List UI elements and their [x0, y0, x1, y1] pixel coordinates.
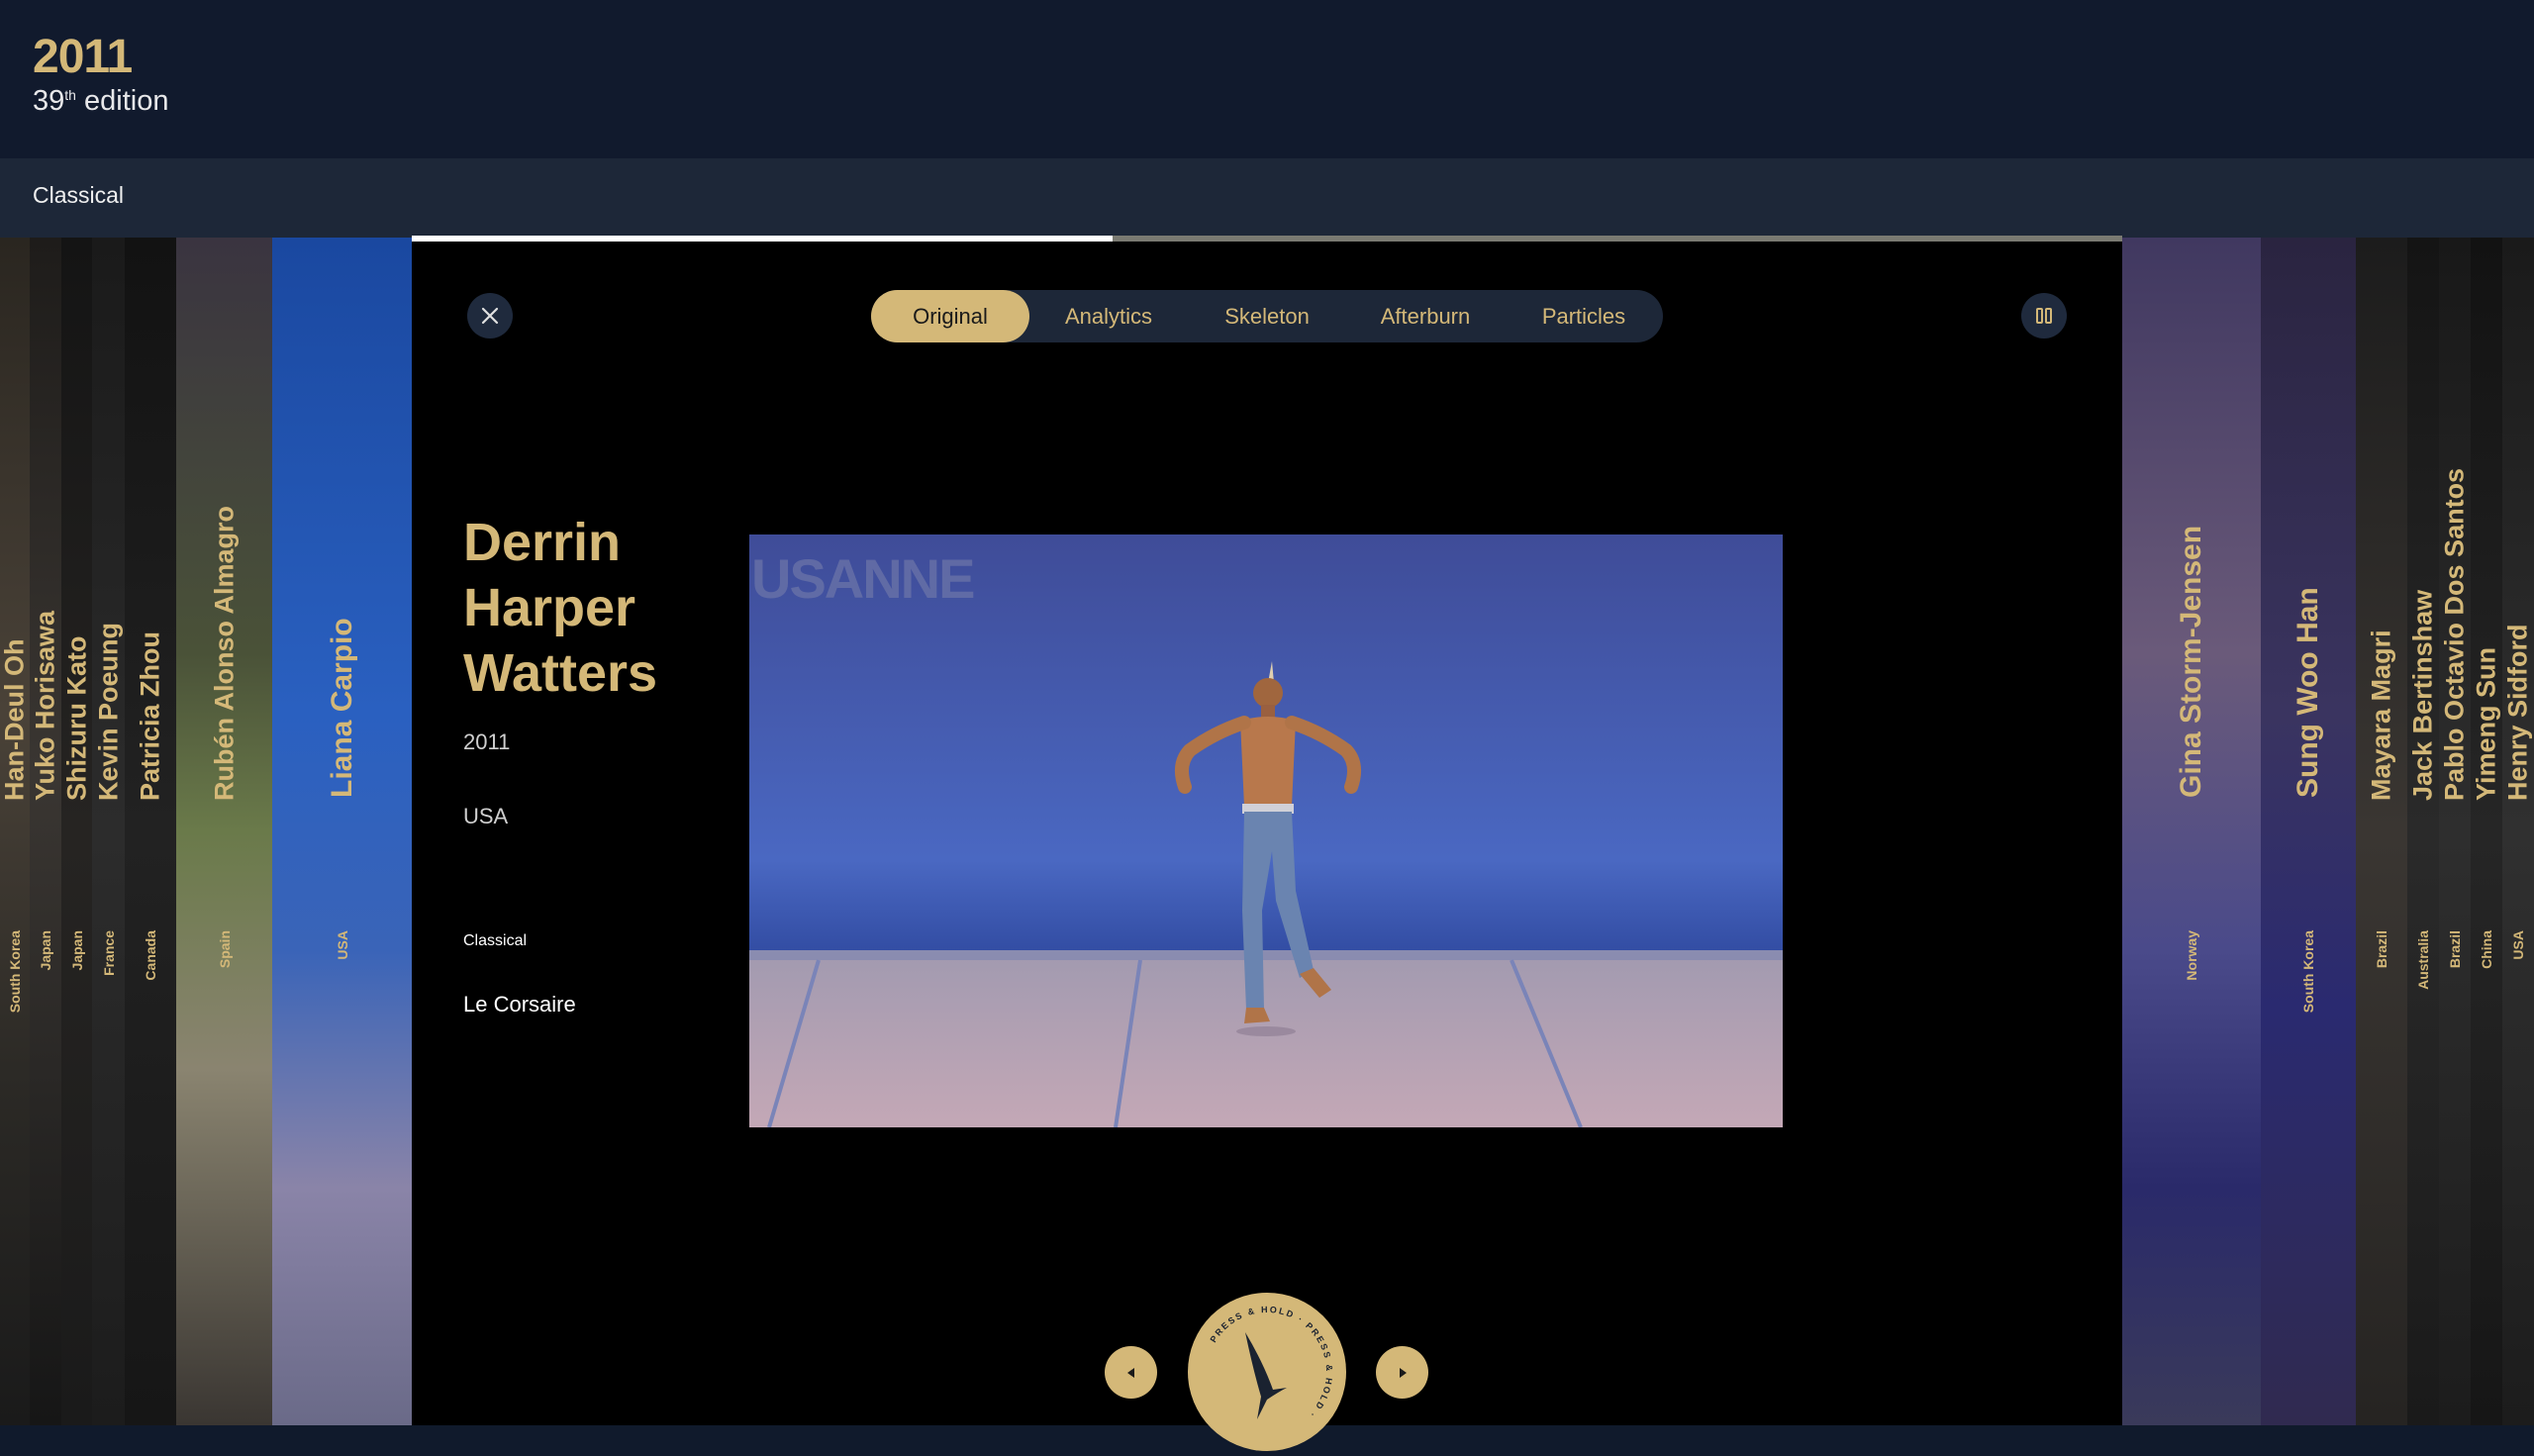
dancer-strip[interactable]: Kevin Poeung France: [92, 238, 125, 1425]
dancer-strip[interactable]: Gina Storm-Jensen Norway: [2122, 238, 2261, 1425]
dancer-strip-name: Mayara Magri: [2366, 630, 2396, 801]
tab-afterburn[interactable]: Afterburn: [1346, 290, 1505, 342]
dancer-strip-name: Sung Woo Han: [2291, 587, 2324, 798]
dancer-strip-country: South Korea: [7, 930, 23, 1014]
dancer-strip[interactable]: Liana Carpio USA: [272, 238, 412, 1425]
edition-year: 2011: [33, 31, 133, 83]
dancer-strip-name: Han-Deul Oh: [0, 638, 30, 801]
dancer-strip[interactable]: Mayara Magri Brazil: [2356, 238, 2407, 1425]
tab-original[interactable]: Original: [871, 290, 1029, 342]
dancer-strip-name: Liana Carpio: [325, 618, 358, 798]
dancer-strip-country: China: [2479, 930, 2494, 969]
dancer-strip-name: Henry Sidford: [2502, 624, 2533, 801]
dancer-year: 2011: [463, 729, 511, 754]
dancer-strip[interactable]: Pablo Octavio Dos Santos Brazil: [2439, 238, 2471, 1425]
dancer-strip[interactable]: Yuko Horisawa Japan: [30, 238, 61, 1425]
top-header: [0, 0, 2534, 158]
dancer-strip-name: Kevin Poeung: [93, 622, 123, 801]
caret-right-icon: [1399, 1367, 1407, 1378]
quill-logo-icon: PRESS & HOLD · PRESS & HOLD ·: [1209, 1305, 1335, 1420]
svg-text:PRESS & HOLD · PRESS & HOLD ·: PRESS & HOLD · PRESS & HOLD ·: [1209, 1305, 1335, 1420]
dancer-strip[interactable]: Han-Deul Oh South Korea: [0, 238, 30, 1425]
dancer-strip-country: France: [100, 930, 117, 976]
dancer-strip[interactable]: Henry Sidford USA: [2502, 238, 2534, 1425]
dancer-category: Classical: [463, 932, 528, 949]
video-banner-text: USANNE: [751, 547, 974, 610]
close-button[interactable]: [467, 293, 513, 339]
dancer-strip-name: Patricia Zhou: [135, 631, 165, 801]
view-mode-tabs: Original Analytics Skeleton Afterburn Pa…: [871, 290, 1663, 342]
tab-analytics[interactable]: Analytics: [1029, 290, 1188, 342]
close-icon: [481, 307, 499, 325]
dancer-strip-country: Norway: [2184, 930, 2199, 981]
next-button[interactable]: [1376, 1346, 1428, 1399]
dancer-strip-name: Jack Bertinshaw: [2407, 589, 2438, 801]
dancer-strip-country: Canada: [143, 930, 158, 981]
dancer-strip-country: Japan: [38, 930, 53, 971]
category-bar: [0, 158, 2534, 238]
dancer-strip[interactable]: Sung Woo Han South Korea: [2261, 238, 2356, 1425]
dancer-name: Derrin Harper Watters: [463, 513, 658, 703]
performance-video[interactable]: USANNE: [749, 534, 1783, 1127]
dancer-strip-country: USA: [2510, 930, 2526, 960]
tab-skeleton[interactable]: Skeleton: [1188, 290, 1346, 342]
previous-button[interactable]: [1105, 1346, 1157, 1399]
pause-icon: [2036, 308, 2052, 324]
press-and-hold-logo-button[interactable]: PRESS & HOLD · PRESS & HOLD ·: [1188, 1293, 1346, 1451]
dancer-strip-country: Spain: [216, 930, 233, 969]
dancer-strip-country: Japan: [68, 930, 85, 971]
pause-button[interactable]: [2021, 293, 2067, 339]
dancer-piece: Le Corsaire: [463, 992, 576, 1017]
dancer-strip[interactable]: Jack Bertinshaw Australia: [2407, 238, 2439, 1425]
dancer-strip[interactable]: Rubén Alonso Almagro Spain: [176, 238, 272, 1425]
dancer-strip-country: USA: [334, 930, 350, 960]
dancer-strip-name: Yimeng Sun: [2471, 646, 2501, 801]
dancer-strip-country: Brazil: [2374, 930, 2389, 969]
dancer-strip-name: Shizuru Kato: [61, 635, 91, 802]
dancer-strip[interactable]: Yimeng Sun China: [2471, 238, 2502, 1425]
dancer-strip-country: South Korea: [2300, 930, 2316, 1014]
dancer-strip-country: Brazil: [2447, 930, 2463, 969]
dancer-strip-name: Gina Storm-Jensen: [2175, 525, 2207, 798]
dancer-strip-country: Australia: [2415, 930, 2431, 990]
category-filter[interactable]: Classical: [33, 182, 124, 209]
video-frame: USANNE: [749, 534, 1783, 1127]
dancer-strip-name: Yuko Horisawa: [30, 610, 60, 801]
dancer-country: USA: [463, 804, 509, 828]
tab-particles[interactable]: Particles: [1505, 290, 1663, 342]
edition-label: 39th edition: [33, 85, 169, 117]
dancer-strip-name: Pablo Octavio Dos Santos: [2439, 467, 2470, 801]
caret-left-icon: [1126, 1367, 1134, 1378]
dancer-strip-name: Rubén Alonso Almagro: [209, 505, 239, 801]
dancer-strip[interactable]: Shizuru Kato Japan: [61, 238, 92, 1425]
dancer-strip[interactable]: Patricia Zhou Canada: [125, 238, 176, 1425]
